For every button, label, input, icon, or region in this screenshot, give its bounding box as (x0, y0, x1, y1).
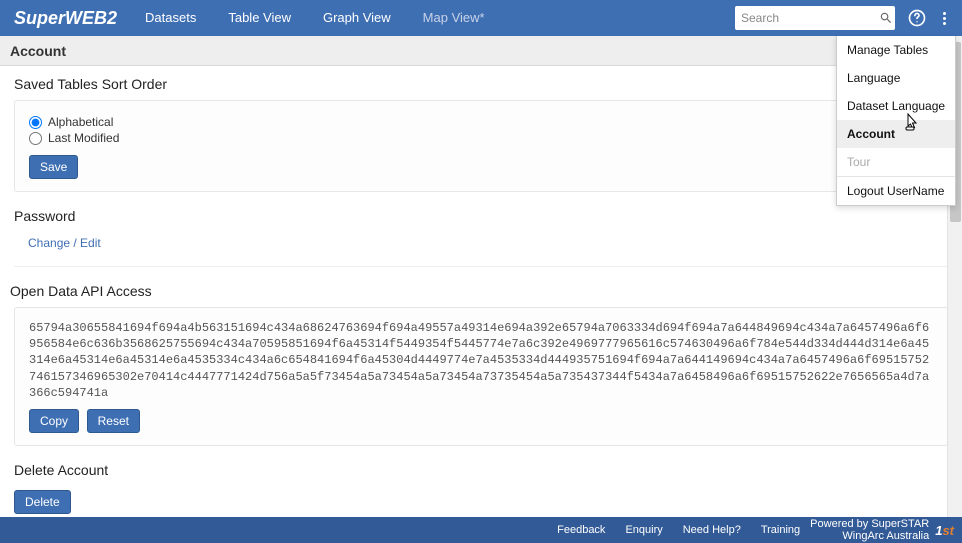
menu-dataset-language[interactable]: Dataset Language (837, 92, 955, 120)
change-password-link[interactable]: Change / Edit (28, 232, 101, 254)
save-button[interactable]: Save (29, 155, 78, 179)
footer-training[interactable]: Training (761, 524, 800, 536)
account-dropdown: Manage Tables Language Dataset Language … (836, 36, 956, 206)
api-key-value: 65794a30655841694f694a4b563151694c434a68… (29, 320, 933, 401)
menu-kebab-icon[interactable] (935, 6, 954, 30)
app-brand: SuperWEB2 (8, 8, 129, 29)
radio-last-modified[interactable]: Last Modified (29, 131, 933, 145)
nav-map-view: Map View* (407, 0, 501, 36)
menu-account[interactable]: Account (837, 120, 955, 148)
footer-enquiry[interactable]: Enquiry (625, 524, 662, 536)
radio-last-modified-input[interactable] (29, 132, 42, 145)
menu-tour: Tour (837, 148, 955, 176)
reset-button[interactable]: Reset (87, 409, 140, 433)
footer-powered: Powered by SuperSTAR WingArc Australia (810, 518, 929, 542)
password-title: Password (14, 208, 948, 224)
footer-feedback[interactable]: Feedback (557, 524, 605, 536)
sort-order-title: Saved Tables Sort Order (14, 76, 948, 92)
nav-datasets[interactable]: Datasets (129, 0, 212, 36)
radio-last-modified-label: Last Modified (48, 131, 119, 145)
delete-account-title: Delete Account (14, 462, 948, 478)
menu-language[interactable]: Language (837, 64, 955, 92)
wingarc-logo-icon: 1st (935, 523, 954, 538)
help-icon[interactable] (907, 8, 927, 28)
copy-button[interactable]: Copy (29, 409, 79, 433)
api-access-title: Open Data API Access (10, 283, 948, 299)
search-box[interactable] (735, 6, 895, 30)
radio-alphabetical-label: Alphabetical (48, 115, 113, 129)
page-title: Account (0, 36, 962, 66)
radio-alphabetical[interactable]: Alphabetical (29, 115, 933, 129)
footer-need-help[interactable]: Need Help? (683, 524, 741, 536)
menu-manage-tables[interactable]: Manage Tables (837, 36, 955, 64)
radio-alphabetical-input[interactable] (29, 116, 42, 129)
delete-button[interactable]: Delete (14, 490, 71, 514)
menu-logout[interactable]: Logout UserName (837, 177, 955, 205)
nav-table-view[interactable]: Table View (212, 0, 307, 36)
search-input[interactable] (741, 11, 875, 25)
search-icon[interactable] (879, 10, 893, 26)
nav-graph-view[interactable]: Graph View (307, 0, 407, 36)
